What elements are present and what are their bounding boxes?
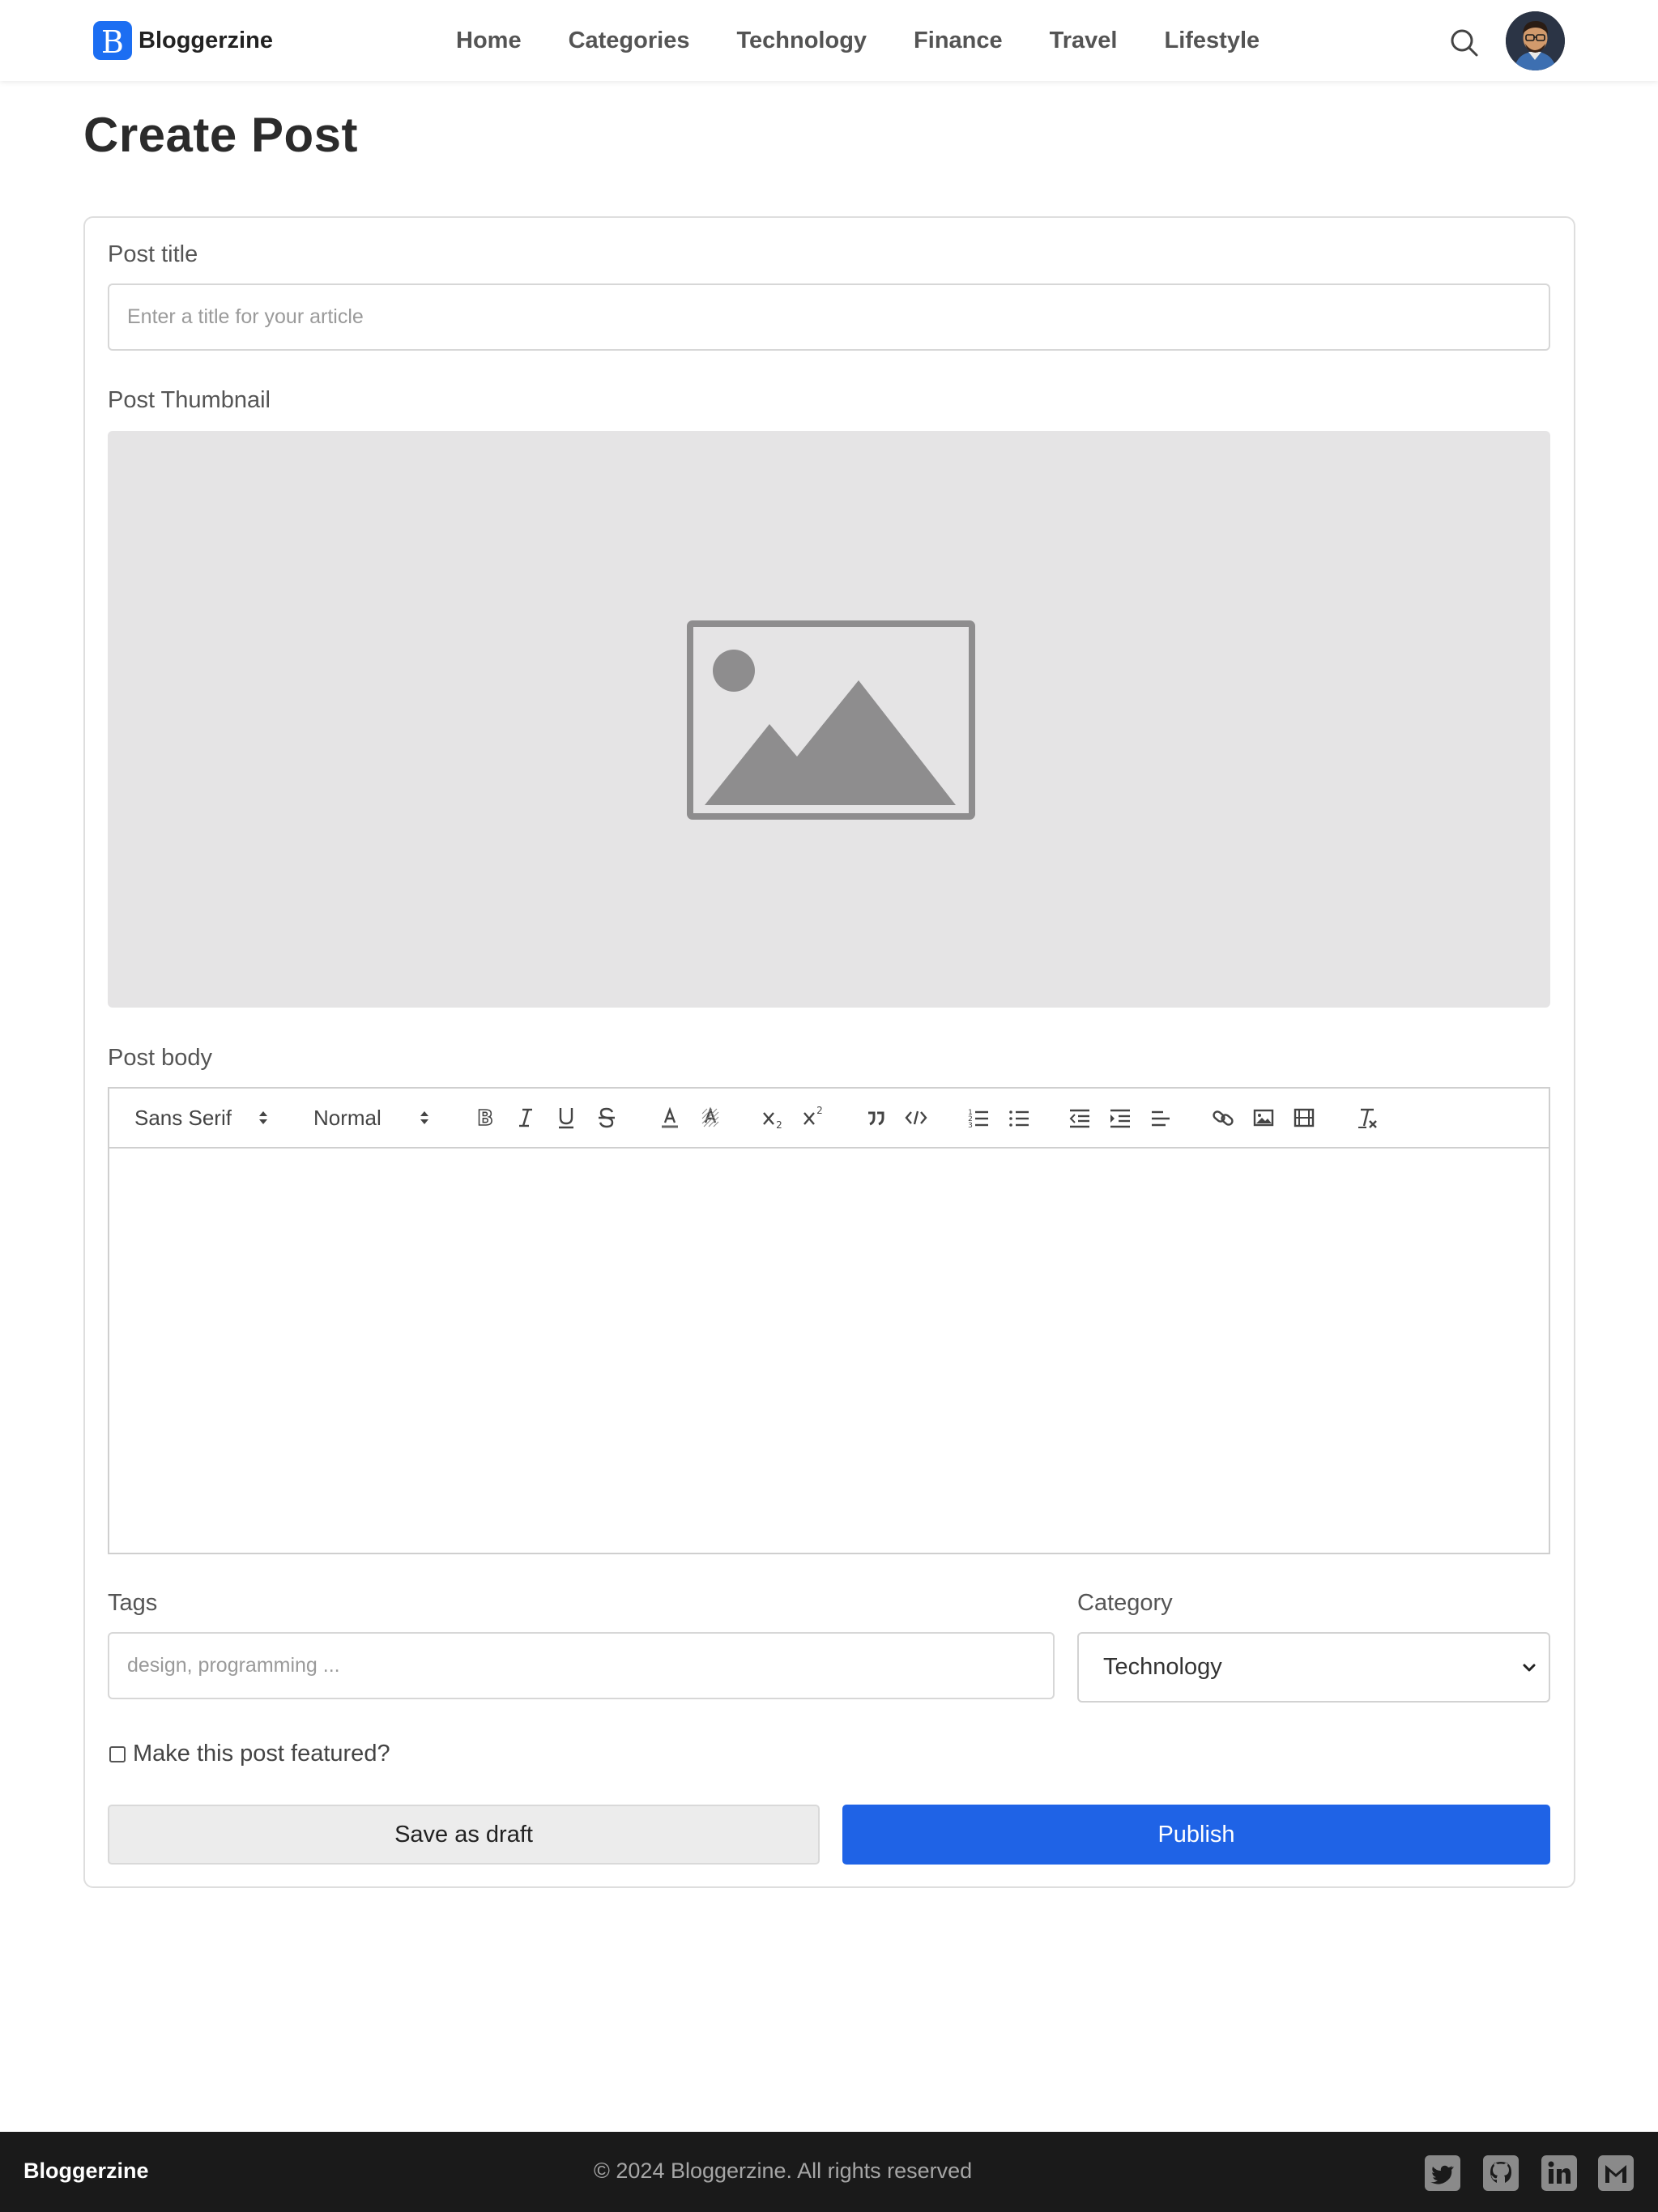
- nav-link-home[interactable]: Home: [456, 23, 522, 58]
- svg-text:2: 2: [776, 1119, 782, 1131]
- publish-button[interactable]: Publish: [842, 1805, 1550, 1865]
- post-thumbnail-label: Post Thumbnail: [108, 387, 271, 413]
- strikethrough-icon[interactable]: [592, 1102, 621, 1133]
- brand-logo-icon: B: [93, 21, 132, 60]
- footer-copyright: © 2024 Bloggerzine. All rights reserved: [594, 2159, 973, 2183]
- image-icon[interactable]: [1249, 1102, 1278, 1133]
- font-color-icon[interactable]: [655, 1102, 684, 1133]
- brand-name: Bloggerzine: [139, 27, 273, 53]
- tags-label: Tags: [108, 1590, 158, 1616]
- indent-icon[interactable]: [1106, 1102, 1135, 1133]
- nav-link-technology[interactable]: Technology: [736, 23, 867, 58]
- font-family-value: Sans Serif: [134, 1105, 232, 1130]
- blockquote-icon[interactable]: [861, 1102, 890, 1133]
- font-size-value: Normal: [313, 1105, 381, 1130]
- svg-text:3: 3: [968, 1122, 973, 1130]
- chevron-down-icon: [1523, 1664, 1536, 1672]
- footer-brand[interactable]: Bloggerzine: [23, 2159, 149, 2184]
- featured-checkbox[interactable]: [109, 1746, 126, 1762]
- post-thumbnail-dropzone[interactable]: [108, 431, 1550, 1008]
- nav-link-categories[interactable]: Categories: [569, 23, 690, 58]
- category-value: Technology: [1103, 1654, 1222, 1680]
- editor-toolbar: Sans Serif Normal B 2 2 1 2 3: [109, 1089, 1549, 1149]
- post-title-input[interactable]: [108, 283, 1550, 351]
- font-family-picker[interactable]: Sans Serif: [134, 1103, 272, 1132]
- superscript-icon[interactable]: 2: [798, 1102, 827, 1133]
- footer: Bloggerzine © 2024 Bloggerzine. All righ…: [0, 2132, 1658, 2212]
- save-draft-button[interactable]: Save as draft: [108, 1805, 820, 1865]
- align-icon[interactable]: [1146, 1102, 1175, 1133]
- category-select[interactable]: Technology: [1077, 1632, 1550, 1703]
- video-icon[interactable]: [1289, 1102, 1319, 1133]
- subscript-icon[interactable]: 2: [757, 1102, 786, 1133]
- image-placeholder-icon: [687, 620, 975, 820]
- post-title-label: Post title: [108, 241, 198, 267]
- clear-formatting-icon[interactable]: [1353, 1102, 1382, 1133]
- main-nav: Home Categories Technology Finance Trave…: [456, 23, 1306, 58]
- nav-link-finance[interactable]: Finance: [914, 23, 1003, 58]
- picker-arrows-icon: [420, 1111, 428, 1124]
- tags-input[interactable]: [108, 1632, 1055, 1699]
- category-label: Category: [1077, 1590, 1173, 1616]
- navbar: B Bloggerzine Home Categories Technology…: [0, 0, 1658, 81]
- bold-icon[interactable]: B: [471, 1102, 500, 1133]
- rich-text-editor: Sans Serif Normal B 2 2 1 2 3: [108, 1087, 1550, 1554]
- svg-text:B: B: [477, 1106, 493, 1131]
- page-title: Create Post: [83, 108, 358, 162]
- featured-label[interactable]: Make this post featured?: [133, 1741, 390, 1767]
- editor-body[interactable]: [109, 1149, 1549, 1553]
- post-body-label: Post body: [108, 1045, 212, 1071]
- nav-link-lifestyle[interactable]: Lifestyle: [1164, 23, 1259, 58]
- svg-text:B: B: [101, 24, 124, 60]
- twitter-icon[interactable]: [1425, 2155, 1460, 2191]
- background-color-icon[interactable]: [696, 1102, 725, 1133]
- underline-icon[interactable]: [552, 1102, 581, 1133]
- gmail-icon[interactable]: [1598, 2155, 1634, 2191]
- brand[interactable]: B Bloggerzine: [93, 21, 273, 60]
- bullet-list-icon[interactable]: [1004, 1102, 1034, 1133]
- svg-text:2: 2: [816, 1105, 823, 1116]
- nav-link-travel[interactable]: Travel: [1050, 23, 1118, 58]
- link-icon[interactable]: [1208, 1102, 1238, 1133]
- linkedin-icon[interactable]: [1541, 2155, 1577, 2191]
- picker-arrows-icon: [259, 1111, 267, 1124]
- ordered-list-icon[interactable]: 123: [964, 1102, 993, 1133]
- search-icon[interactable]: [1448, 27, 1481, 59]
- github-icon[interactable]: [1483, 2155, 1519, 2191]
- italic-icon[interactable]: [511, 1102, 540, 1133]
- outdent-icon[interactable]: [1065, 1102, 1094, 1133]
- code-icon[interactable]: [901, 1102, 931, 1133]
- user-avatar[interactable]: [1506, 11, 1565, 70]
- font-size-picker[interactable]: Normal: [313, 1103, 435, 1132]
